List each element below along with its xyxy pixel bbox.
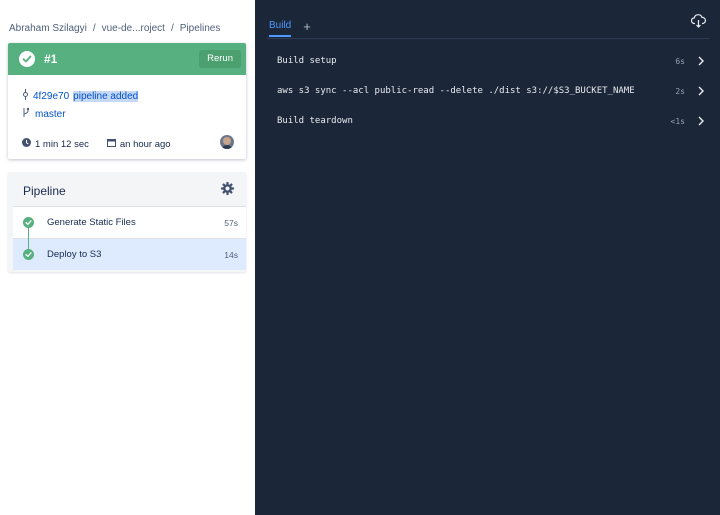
breadcrumb-separator: / <box>170 23 174 34</box>
step-duration: 57s <box>224 218 238 228</box>
chevron-right-icon[interactable] <box>697 85 705 100</box>
gear-icon[interactable] <box>221 182 234 200</box>
log-step-command: aws s3 sync --acl public-read --delete .… <box>277 86 635 96</box>
chevron-right-icon[interactable] <box>697 55 705 70</box>
commit-icon <box>22 89 29 103</box>
cloud-download-icon[interactable] <box>690 14 706 33</box>
left-panel: Abraham Szilagyi / vue-de...roject / Pipelin… <box>0 0 255 515</box>
rerun-button[interactable]: Rerun <box>199 50 241 68</box>
log-step-command: Build teardown <box>277 116 353 126</box>
clock-icon <box>22 138 31 150</box>
step-name: Deploy to S3 <box>47 249 102 260</box>
build-time-ago: an hour ago <box>119 138 171 150</box>
tab-build[interactable]: Build <box>269 20 292 37</box>
check-icon <box>19 51 35 67</box>
add-tab-button[interactable]: + <box>303 19 311 34</box>
build-log-panel: Build + Build setup 6s aws s3 sync --acl… <box>255 0 720 515</box>
branch-row: master <box>22 107 66 121</box>
breadcrumb-repo[interactable]: vue-de...roject <box>102 23 165 34</box>
branch-icon <box>22 107 30 121</box>
log-step-time: 6s <box>675 57 685 66</box>
branch-link[interactable]: master <box>35 109 66 120</box>
build-meta: 1 min 12 sec an hour ago <box>22 138 171 150</box>
step-duration: 14s <box>224 250 238 260</box>
step-connector <box>28 227 29 250</box>
log-step-time: 2s <box>675 87 685 96</box>
log-step-row[interactable]: Build setup 6s <box>277 54 707 70</box>
chevron-right-icon[interactable] <box>697 115 705 130</box>
breadcrumb-user[interactable]: Abraham Szilagyi <box>9 23 87 34</box>
log-step-command: Build setup <box>277 56 337 66</box>
commit-row: 4f29e70 pipeline added <box>22 89 139 103</box>
commit-message: pipeline added <box>73 90 139 102</box>
pipeline-step-selected[interactable]: Deploy to S3 14s <box>13 238 246 270</box>
breadcrumb: Abraham Szilagyi / vue-de...roject / Pipelin… <box>9 23 220 34</box>
calendar-icon <box>106 138 116 150</box>
pipeline-title: Pipeline <box>23 184 66 198</box>
breadcrumb-separator: / <box>92 23 96 34</box>
build-number: #1 <box>44 52 58 66</box>
success-icon <box>23 249 34 260</box>
build-summary-card: #1 Rerun 4f29e70 pipeline added master 1… <box>8 43 246 159</box>
avatar[interactable] <box>220 135 234 149</box>
log-step-row[interactable]: Build teardown <1s <box>277 114 707 130</box>
tab-divider <box>267 38 710 39</box>
breadcrumb-section[interactable]: Pipelines <box>180 23 221 34</box>
log-step-time: <1s <box>670 117 685 126</box>
build-duration: 1 min 12 sec <box>35 138 89 150</box>
build-status-header: #1 Rerun <box>8 43 246 75</box>
commit-hash-link[interactable]: 4f29e70 <box>33 91 69 102</box>
log-step-row[interactable]: aws s3 sync --acl public-read --delete .… <box>277 84 707 100</box>
pipeline-panel: Pipeline Generate Static Files 57s Deplo… <box>8 172 246 272</box>
step-name: Generate Static Files <box>47 217 136 228</box>
pipeline-step[interactable]: Generate Static Files 57s <box>13 206 246 238</box>
log-tabs: Build + <box>269 19 311 37</box>
